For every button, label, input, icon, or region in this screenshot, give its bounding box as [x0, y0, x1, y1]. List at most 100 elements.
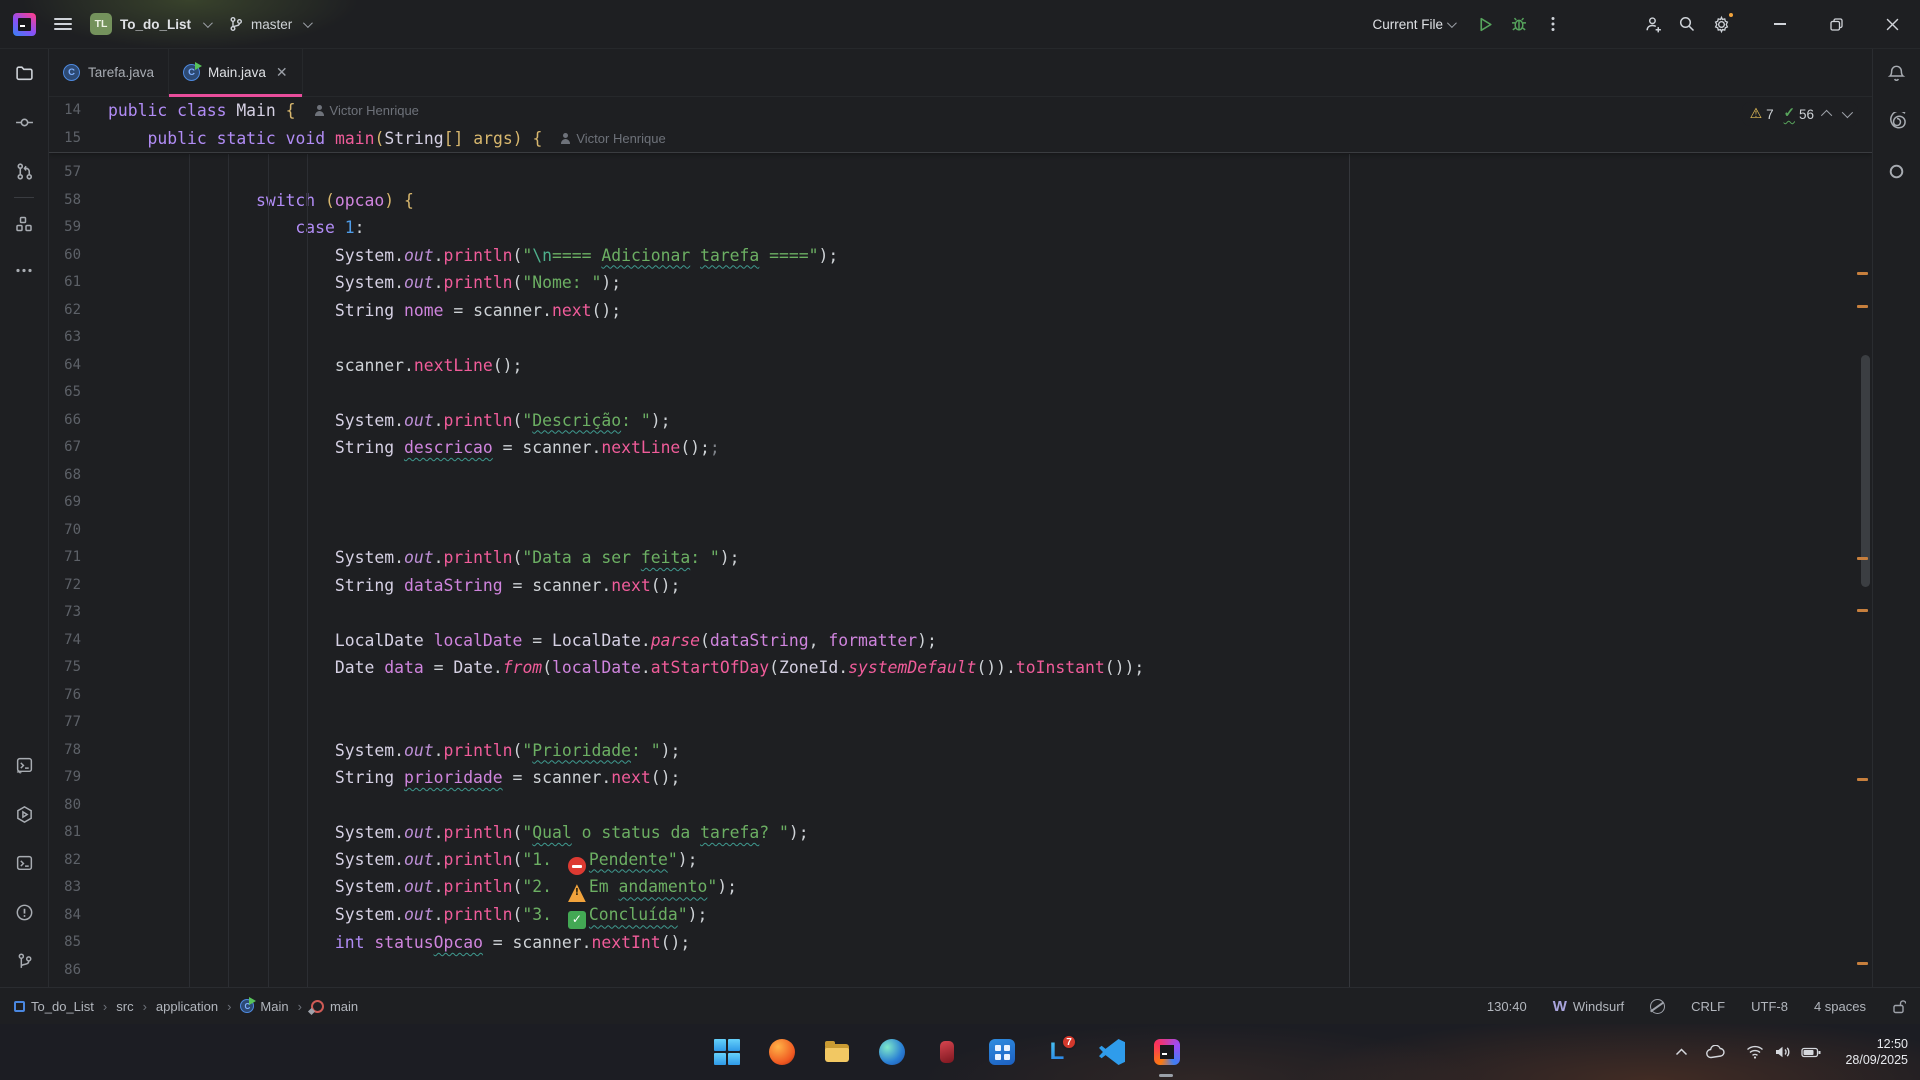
- line-number[interactable]: 85: [49, 929, 95, 957]
- code-editor[interactable]: 14public class Main {Victor Henrique15 p…: [49, 97, 1872, 987]
- breadcrumb-main-class[interactable]: C Main: [240, 999, 288, 1014]
- code-line[interactable]: 76: [49, 682, 1872, 710]
- code-line[interactable]: 73: [49, 599, 1872, 627]
- line-number[interactable]: 72: [49, 572, 95, 600]
- copilot-disabled-icon[interactable]: [1650, 999, 1665, 1014]
- line-number[interactable]: 83: [49, 874, 95, 902]
- code-line[interactable]: 69: [49, 489, 1872, 517]
- ai-terminal-tool-icon[interactable]: [6, 747, 42, 783]
- main-menu-icon[interactable]: [54, 18, 72, 30]
- line-number[interactable]: 74: [49, 627, 95, 655]
- line-number[interactable]: 59: [49, 214, 95, 242]
- settings-gear-icon[interactable]: [1704, 7, 1738, 41]
- code-line[interactable]: 82 System.out.println("1. Pendente");: [49, 847, 1872, 875]
- line-number[interactable]: 81: [49, 819, 95, 847]
- code-line[interactable]: 80: [49, 792, 1872, 820]
- next-problem-chevron-icon[interactable]: [1842, 107, 1853, 118]
- code-line[interactable]: 85 int statusOpcao = scanner.nextInt();: [49, 929, 1872, 957]
- line-number[interactable]: 15: [49, 125, 95, 153]
- code-line[interactable]: 65: [49, 379, 1872, 407]
- line-number[interactable]: 65: [49, 379, 95, 407]
- change-marker[interactable]: [1857, 609, 1868, 612]
- code-line[interactable]: 61 System.out.println("Nome: ");: [49, 269, 1872, 297]
- services-tool-icon[interactable]: [6, 796, 42, 832]
- line-number[interactable]: 76: [49, 682, 95, 710]
- line-number[interactable]: 75: [49, 654, 95, 682]
- readonly-lock-icon[interactable]: [1892, 999, 1906, 1014]
- line-number[interactable]: 70: [49, 517, 95, 545]
- pull-requests-tool-icon[interactable]: [6, 153, 42, 189]
- indent-setting[interactable]: 4 spaces: [1814, 999, 1866, 1014]
- code-line[interactable]: 72 String dataString = scanner.next();: [49, 572, 1872, 600]
- line-number[interactable]: 57: [49, 159, 95, 187]
- code-line[interactable]: 77: [49, 709, 1872, 737]
- problems-tool-icon[interactable]: [6, 894, 42, 930]
- editor-scrollbar[interactable]: [1861, 355, 1870, 587]
- code-line[interactable]: 79 String prioridade = scanner.next();: [49, 764, 1872, 792]
- code-line[interactable]: 84 System.out.println("3. ✓Concluída");: [49, 902, 1872, 930]
- line-number[interactable]: 71: [49, 544, 95, 572]
- warnings-indicator[interactable]: ⚠ 7: [1750, 106, 1774, 122]
- line-number[interactable]: 84: [49, 902, 95, 930]
- breadcrumb-main-method[interactable]: main: [311, 999, 358, 1014]
- notifications-bell-icon[interactable]: [1879, 55, 1915, 91]
- line-number[interactable]: 14: [49, 97, 95, 125]
- code-line[interactable]: 59 case 1:: [49, 214, 1872, 242]
- red-app-icon[interactable]: [934, 1039, 960, 1065]
- change-marker[interactable]: [1857, 778, 1868, 781]
- code-line[interactable]: 71 System.out.println("Data a ser feita:…: [49, 544, 1872, 572]
- git-tool-icon[interactable]: [6, 943, 42, 979]
- caret-position[interactable]: 130:40: [1487, 999, 1527, 1014]
- onedrive-cloud-icon[interactable]: [1706, 1045, 1726, 1059]
- project-widget[interactable]: TL To_do_List: [90, 13, 210, 35]
- code-line[interactable]: 15 public static void main(String[] args…: [49, 125, 1872, 153]
- code-line[interactable]: 60 System.out.println("\n==== Adicionar …: [49, 242, 1872, 270]
- code-line[interactable]: 74 LocalDate localDate = LocalDate.parse…: [49, 627, 1872, 655]
- line-number[interactable]: 60: [49, 242, 95, 270]
- code-line[interactable]: 14public class Main {Victor Henrique: [49, 97, 1872, 125]
- window-close-button[interactable]: [1864, 0, 1920, 49]
- more-tool-windows-icon[interactable]: [6, 252, 42, 288]
- code-line[interactable]: 64 scanner.nextLine();: [49, 352, 1872, 380]
- git-blame-inlay[interactable]: Victor Henrique: [560, 125, 665, 153]
- code-line[interactable]: 75 Date data = Date.from(localDate.atSta…: [49, 654, 1872, 682]
- taskbar-clock[interactable]: 12:50 28/09/2025: [1845, 1036, 1908, 1068]
- line-number[interactable]: 58: [49, 187, 95, 215]
- line-number[interactable]: 82: [49, 847, 95, 875]
- tray-chevron-up-icon[interactable]: [1675, 1048, 1688, 1056]
- line-separator[interactable]: CRLF: [1691, 999, 1725, 1014]
- breadcrumb-application[interactable]: application: [156, 999, 218, 1014]
- line-number[interactable]: 68: [49, 462, 95, 490]
- intellij-taskbar-icon[interactable]: [1154, 1039, 1180, 1065]
- line-number[interactable]: 64: [49, 352, 95, 380]
- change-marker[interactable]: [1857, 557, 1868, 560]
- vcs-branch-widget[interactable]: master: [228, 16, 310, 32]
- structure-tool-icon[interactable]: [6, 206, 42, 242]
- code-line[interactable]: 83 System.out.println("2. !Em andamento"…: [49, 874, 1872, 902]
- line-number[interactable]: 66: [49, 407, 95, 435]
- edge-browser-icon[interactable]: [879, 1039, 905, 1065]
- ai-assistant-spiral-icon[interactable]: [1879, 104, 1915, 140]
- line-number[interactable]: 63: [49, 324, 95, 352]
- breadcrumb-project[interactable]: To_do_List: [14, 999, 94, 1014]
- breadcrumb-src[interactable]: src: [116, 999, 133, 1014]
- previous-problem-chevron-icon[interactable]: [1821, 110, 1832, 121]
- battery-icon[interactable]: [1801, 1047, 1821, 1058]
- code-line[interactable]: 58 switch (opcao) {: [49, 187, 1872, 215]
- windsurf-plugin[interactable]: W Windsurf: [1553, 998, 1624, 1015]
- run-button[interactable]: [1468, 7, 1502, 41]
- line-number[interactable]: 80: [49, 792, 95, 820]
- code-line[interactable]: 66 System.out.println("Descrição: ");: [49, 407, 1872, 435]
- code-line[interactable]: 62 String nome = scanner.next();: [49, 297, 1872, 325]
- code-line[interactable]: 78 System.out.println("Prioridade: ");: [49, 737, 1872, 765]
- project-tool-folder-icon[interactable]: [6, 55, 42, 91]
- windows-start-icon[interactable]: [714, 1039, 740, 1065]
- line-number[interactable]: 61: [49, 269, 95, 297]
- code-line[interactable]: 67 String descricao = scanner.nextLine()…: [49, 434, 1872, 462]
- file-explorer-icon[interactable]: [824, 1039, 850, 1065]
- code-line[interactable]: 70: [49, 517, 1872, 545]
- code-line[interactable]: 81 System.out.println("Qual o status da …: [49, 819, 1872, 847]
- search-everywhere-icon[interactable]: [1670, 7, 1704, 41]
- file-encoding[interactable]: UTF-8: [1751, 999, 1788, 1014]
- tab-close-icon[interactable]: ✕: [276, 64, 288, 81]
